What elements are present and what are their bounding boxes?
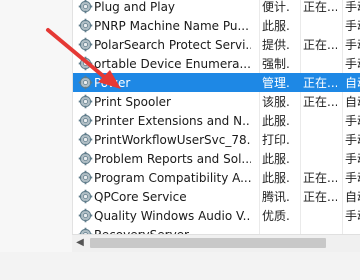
- service-startup-type: 手动: [345, 114, 360, 128]
- service-row[interactable]: Print Spooler 该服... 正在... 自动: [73, 92, 360, 111]
- gear-icon: [78, 56, 93, 71]
- service-row[interactable]: Plug and Play 便计... 正在... 手动: [73, 0, 360, 16]
- service-row[interactable]: QPCore Service 腾讯... 正在... 自动: [73, 187, 360, 206]
- service-startup-type: 手动: [345, 171, 360, 185]
- service-startup-type: 手动: [345, 57, 360, 71]
- service-description: 优质...: [262, 209, 290, 223]
- service-row[interactable]: PNRP Machine Name Pu... 此服... 手动: [73, 16, 360, 35]
- gear-icon: [78, 75, 93, 90]
- service-startup-type: 自动: [345, 95, 360, 109]
- gear-icon: [78, 170, 93, 185]
- service-name: PrintWorkflowUserSvc_78...: [94, 132, 251, 147]
- service-startup-type: 手动: [345, 38, 360, 52]
- service-name: Printer Extensions and N...: [94, 113, 251, 128]
- service-status: 正在...: [303, 0, 337, 14]
- service-startup-type: 自动: [345, 76, 360, 90]
- service-startup-type: 手动: [345, 209, 360, 223]
- service-startup-type: 手动: [345, 152, 360, 166]
- service-row[interactable]: Program Compatibility A... 此服... 正在... 手动: [73, 168, 360, 187]
- service-name: Print Spooler: [94, 94, 171, 109]
- service-row[interactable]: Quality Windows Audio V... 优质... 手动: [73, 206, 360, 225]
- services-window: Plug and Play便计...正在...手动PNRP Machine Na…: [0, 0, 360, 280]
- service-status: 正在...: [303, 38, 337, 52]
- service-description: 打印...: [262, 133, 290, 147]
- service-row[interactable]: Power 管理... 正在... 自动: [73, 73, 360, 92]
- service-description: 强制...: [262, 57, 290, 71]
- service-status: 正在...: [303, 190, 337, 204]
- gear-icon: [78, 208, 93, 223]
- services-list: Plug and Play便计...正在...手动PNRP Machine Na…: [72, 0, 360, 242]
- gear-icon: [78, 151, 93, 166]
- gear-icon: [78, 94, 93, 109]
- service-status: 正在...: [303, 76, 337, 90]
- gear-icon: [78, 37, 93, 52]
- service-row[interactable]: PrintWorkflowUserSvc_78... 打印... 手动: [73, 130, 360, 149]
- service-row[interactable]: ortable Device Enumera... 强制... 手动: [73, 54, 360, 73]
- service-description: 此服...: [262, 171, 290, 185]
- scrollbar-corner: [336, 234, 360, 252]
- service-row[interactable]: Problem Reports and Sol... 此服... 手动: [73, 149, 360, 168]
- chevron-left-icon[interactable]: ◀: [74, 237, 86, 249]
- service-description: 该服...: [262, 95, 290, 109]
- service-name: Power: [94, 75, 131, 90]
- service-description: 此服...: [262, 114, 290, 128]
- horizontal-scrollbar[interactable]: ◀: [72, 234, 336, 252]
- service-description: 提供...: [262, 38, 290, 52]
- service-startup-type: 手动: [345, 19, 360, 33]
- service-status: 正在...: [303, 171, 337, 185]
- service-name: Problem Reports and Sol...: [94, 151, 251, 166]
- service-description: 腾讯...: [262, 190, 290, 204]
- service-description: 此服...: [262, 19, 290, 33]
- service-startup-type: 手动: [345, 133, 360, 147]
- service-status: 正在...: [303, 95, 337, 109]
- service-name: QPCore Service: [94, 189, 187, 204]
- window-footer: [0, 252, 360, 280]
- gear-icon: [78, 189, 93, 204]
- service-name: Quality Windows Audio V...: [94, 208, 251, 223]
- service-startup-type: 自动: [345, 190, 360, 204]
- service-name: PolarSearch Protect Servi...: [94, 37, 251, 52]
- service-name: Program Compatibility A...: [94, 170, 251, 185]
- scrollbar-thumb[interactable]: [90, 238, 326, 248]
- gear-icon: [78, 132, 93, 147]
- service-description: 便计...: [262, 0, 290, 14]
- service-name: ortable Device Enumera...: [94, 56, 251, 71]
- gear-icon: [78, 113, 93, 128]
- service-row[interactable]: PolarSearch Protect Servi... 提供... 正在... 手动: [73, 35, 360, 54]
- gear-icon: [78, 18, 93, 33]
- service-startup-type: 手动: [345, 0, 360, 14]
- service-description: 此服...: [262, 152, 290, 166]
- service-row[interactable]: Printer Extensions and N... 此服... 手动: [73, 111, 360, 130]
- service-name: PNRP Machine Name Pu...: [94, 18, 249, 33]
- service-name: Plug and Play: [94, 0, 176, 14]
- service-description: 管理...: [262, 76, 290, 90]
- gear-icon: [78, 0, 93, 14]
